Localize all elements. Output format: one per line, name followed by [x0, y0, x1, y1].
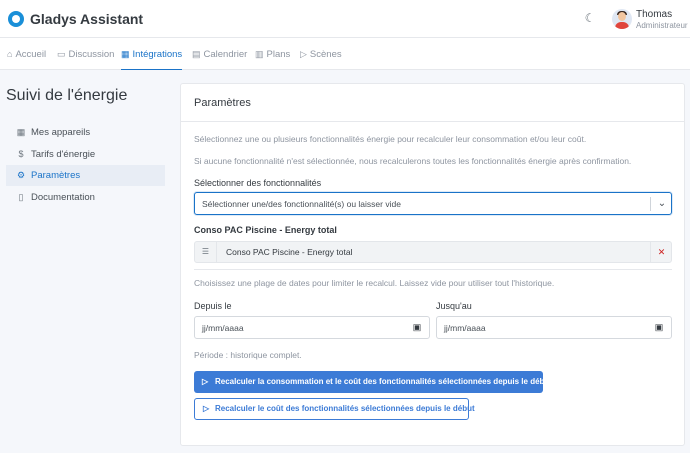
to-date-input[interactable]: jj/mm/aaaa ▣ — [436, 316, 672, 339]
play-icon: ▷ — [300, 49, 307, 59]
chevron-down-icon[interactable]: ⌄ — [653, 197, 671, 211]
feature-select[interactable]: Sélectionner une/des fonctionnalité(s) o… — [194, 192, 672, 215]
from-date-placeholder: jj/mm/aaaa — [202, 323, 244, 333]
feature-group-label: Conso PAC Piscine - Energy total — [194, 225, 337, 235]
settings-card: Paramètres Sélectionnez une ou plusieurs… — [180, 83, 685, 446]
to-label: Jusqu'au — [436, 301, 472, 311]
recalculate-consumption-cost-button[interactable]: ▷ Recalculer la consommation et le coût d… — [194, 371, 552, 393]
moon-icon[interactable]: ☾ — [583, 11, 597, 25]
selected-feature-name: Conso PAC Piscine - Energy total — [226, 247, 353, 257]
calendar-icon[interactable]: ▣ — [411, 321, 423, 333]
main-nav: ⌂ Accueil ▭ Discussion ▦ Intégrations ▤ Cale… — [0, 38, 690, 70]
map-icon: ▥ — [255, 49, 264, 59]
sidebar-title: Suivi de l'énergie — [6, 87, 128, 104]
sidebar-item-mes-appareils[interactable]: ▦ Mes appareils — [6, 122, 165, 143]
home-icon: ⌂ — [7, 49, 13, 59]
from-date-input[interactable]: jj/mm/aaaa ▣ — [194, 316, 430, 339]
play-icon: ▷ — [202, 377, 209, 386]
nav-item-discussion[interactable]: ▭ Discussion — [57, 38, 114, 70]
recalculate-cost-button[interactable]: ▷ Recalculer le coût des fonctionnalités … — [194, 398, 475, 420]
nav-item-calendrier[interactable]: ▤ Calendrier — [192, 38, 247, 70]
divider — [194, 269, 672, 270]
select-separator — [650, 197, 651, 211]
app-title[interactable]: Gladys Assistant — [30, 11, 143, 27]
selected-feature-row: ☰ Conso PAC Piscine - Energy total ✕ — [194, 241, 672, 263]
card-title: Paramètres — [181, 84, 684, 122]
gear-icon: ⚙ — [16, 170, 26, 180]
play-icon: ▷ — [203, 404, 210, 413]
grid-icon: ▦ — [16, 127, 26, 137]
sidebar-item-parametres[interactable]: ⚙ Paramètres — [6, 165, 165, 186]
close-icon[interactable]: ✕ — [650, 242, 672, 262]
sidebar-item-documentation[interactable]: ▯ Documentation — [6, 187, 165, 208]
dollar-icon: $ — [18, 149, 24, 159]
period-text: Période : historique complet. — [194, 350, 302, 360]
select-label: Sélectionner des fonctionnalités — [194, 178, 322, 188]
date-hint: Choisissez une plage de dates pour limit… — [194, 278, 555, 288]
list-icon[interactable]: ☰ — [195, 242, 217, 262]
calendar-icon: ▤ — [192, 49, 201, 59]
grid-icon: ▦ — [121, 49, 130, 59]
sidebar-item-tarifs[interactable]: $ Tarifs d'énergie — [6, 144, 165, 165]
feature-select-placeholder: Sélectionner une/des fonctionnalité(s) o… — [202, 199, 401, 209]
gladys-logo-icon[interactable] — [8, 11, 24, 27]
nav-item-plans[interactable]: ▥ Plans — [255, 38, 290, 70]
user-role: Administrateur — [636, 21, 688, 30]
top-bar: Gladys Assistant ☾ Thomas Administrateur — [0, 0, 690, 38]
calendar-icon[interactable]: ▣ — [653, 321, 665, 333]
message-square-icon: ▭ — [57, 49, 66, 59]
user-name[interactable]: Thomas — [636, 9, 672, 20]
to-date-placeholder: jj/mm/aaaa — [444, 323, 486, 333]
book-icon: ▯ — [18, 192, 24, 202]
from-label: Depuis le — [194, 301, 232, 311]
avatar[interactable] — [612, 9, 632, 29]
nav-item-accueil[interactable]: ⌂ Accueil — [7, 38, 46, 70]
intro-text-2: Si aucune fonctionnalité n'est sélection… — [194, 156, 632, 166]
intro-text-1: Sélectionnez une ou plusieurs fonctionna… — [194, 134, 587, 144]
nav-item-scenes[interactable]: ▷ Scènes — [300, 38, 342, 70]
nav-item-integrations[interactable]: ▦ Intégrations — [121, 38, 183, 70]
